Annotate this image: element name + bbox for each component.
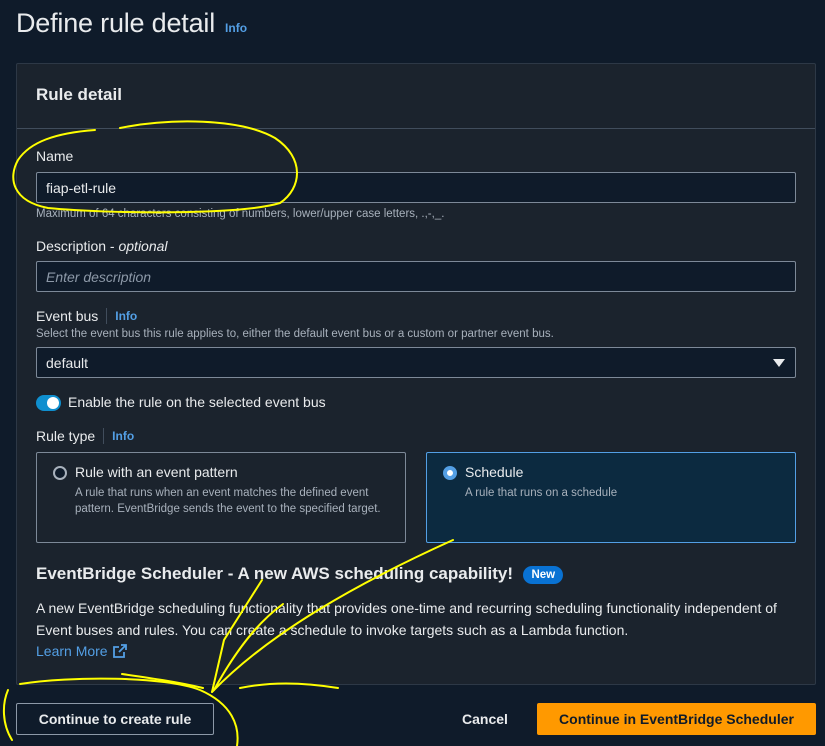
- rule-type-event-pattern-tile[interactable]: Rule with an event pattern A rule that r…: [36, 452, 406, 543]
- continue-in-scheduler-button[interactable]: Continue in EventBridge Scheduler: [537, 703, 816, 735]
- optional-text: optional: [118, 238, 168, 254]
- tile-title: Rule with an event pattern: [75, 464, 238, 480]
- learn-more-text: Learn More: [36, 643, 108, 659]
- name-input[interactable]: fiap-etl-rule: [36, 172, 796, 203]
- tile-description: A rule that runs on a schedule: [465, 487, 618, 499]
- new-badge: New: [523, 565, 564, 584]
- description-label-text: Description: [36, 238, 107, 254]
- event-bus-select[interactable]: default: [36, 347, 796, 378]
- rule-type-label-text: Rule type: [36, 428, 96, 444]
- name-hint: Maximum of 64 characters consisting of n…: [36, 208, 445, 220]
- tile-title: Schedule: [465, 464, 524, 480]
- event-bus-label-text: Event bus: [36, 308, 99, 324]
- name-input-value: fiap-etl-rule: [46, 179, 117, 196]
- tile-description: A rule that runs when an event matches t…: [75, 487, 381, 515]
- caret-down-icon: [773, 359, 785, 367]
- scheduler-promo-heading: EventBridge Scheduler - A new AWS schedu…: [36, 564, 564, 584]
- learn-more-link[interactable]: Learn More: [36, 643, 127, 661]
- event-bus-label: Event bus Info: [36, 308, 137, 324]
- rule-type-label: Rule type Info: [36, 428, 134, 444]
- enable-rule-toggle[interactable]: [36, 395, 61, 411]
- divider: [106, 308, 108, 324]
- divider: [103, 428, 105, 444]
- name-label: Name: [36, 148, 74, 164]
- description-placeholder: Enter description: [46, 268, 152, 285]
- event-bus-hint: Select the event bus this rule applies t…: [36, 328, 554, 340]
- event-bus-value: default: [46, 354, 89, 371]
- panel-header: Rule detail: [17, 64, 815, 129]
- toggle-knob: [47, 397, 59, 409]
- radio-unselected-icon[interactable]: [53, 466, 67, 480]
- description-label: Description - optional: [36, 238, 168, 254]
- external-link-icon: [112, 644, 127, 658]
- panel-title: Rule detail: [36, 85, 122, 104]
- promo-title: EventBridge Scheduler - A new AWS schedu…: [36, 564, 514, 583]
- promo-body: A new EventBridge scheduling functionali…: [36, 600, 777, 638]
- rule-type-info-link[interactable]: Info: [112, 429, 134, 443]
- rule-detail-panel: Rule detail Name fiap-etl-rule Maximum o…: [16, 63, 816, 685]
- cancel-button[interactable]: Cancel: [450, 703, 520, 735]
- radio-selected-icon[interactable]: [443, 466, 457, 480]
- page-title: Define rule detail: [16, 8, 216, 38]
- page-info-link[interactable]: Info: [225, 21, 247, 35]
- description-input[interactable]: Enter description: [36, 261, 796, 292]
- rule-type-schedule-tile[interactable]: Schedule A rule that runs on a schedule: [426, 452, 796, 543]
- enable-rule-label: Enable the rule on the selected event bu…: [68, 394, 326, 410]
- continue-to-create-rule-button[interactable]: Continue to create rule: [16, 703, 214, 735]
- event-bus-info-link[interactable]: Info: [115, 309, 137, 323]
- page-header: Define rule detail Info: [16, 8, 247, 39]
